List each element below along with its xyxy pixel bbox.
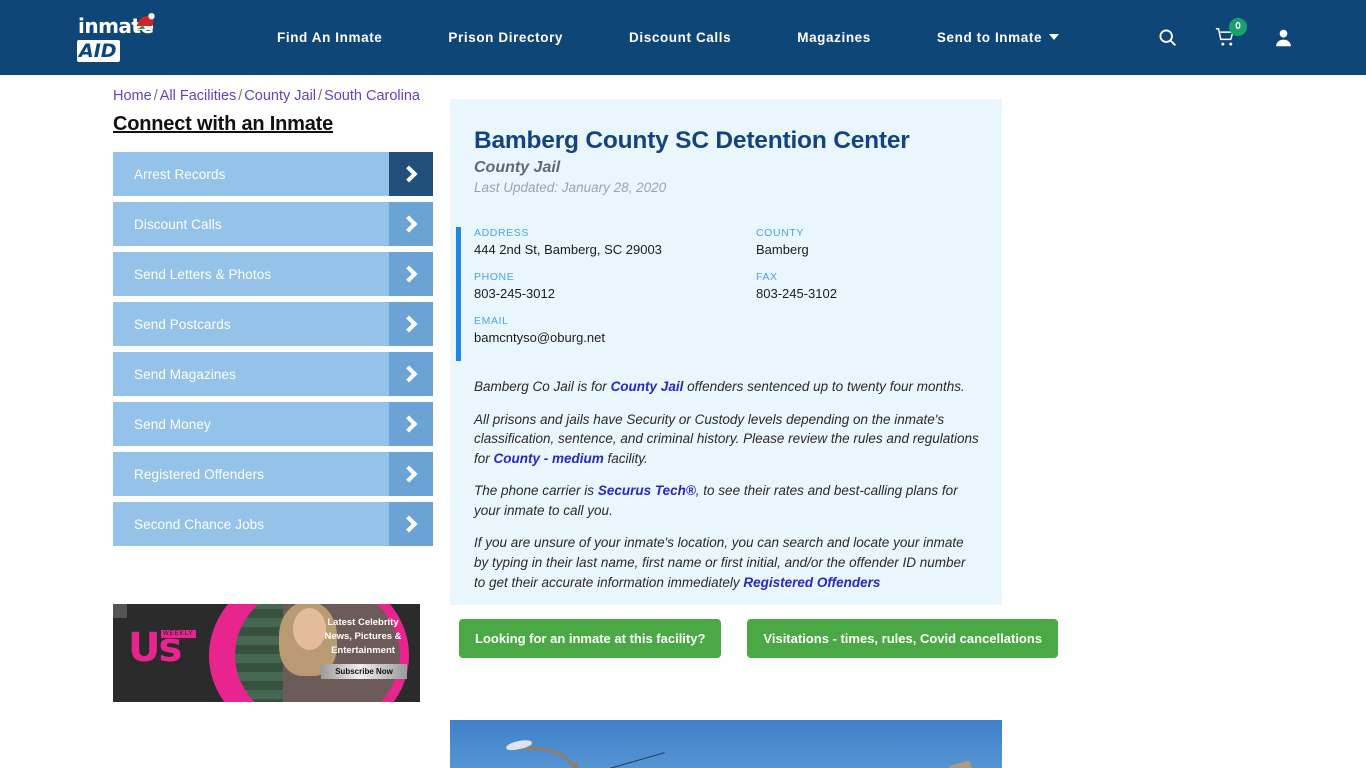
logo-text-accent: AID (77, 39, 120, 62)
info-value: Bamberg (756, 242, 809, 257)
description-paragraph-2: All prisons and jails have Security or C… (474, 410, 980, 469)
sidebar-item-send-postcards[interactable]: Send Postcards (113, 302, 433, 346)
info-value: 444 2nd St, Bamberg, SC 29003 (474, 242, 662, 257)
facility-contact-info: ADDRESS 444 2nd St, Bamberg, SC 29003 CO… (453, 227, 1002, 361)
sidebar-item-label: Second Chance Jobs (134, 516, 265, 532)
sidebar-item-label: Send Postcards (134, 316, 231, 332)
link-county-medium[interactable]: County - medium (494, 451, 604, 466)
chevron-right-icon (389, 452, 433, 496)
breadcrumb-item-home[interactable]: Home (113, 88, 152, 104)
advertisement-banner[interactable]: Us WEEKLY Latest Celebrity News, Picture… (113, 604, 420, 702)
logo-text-primary: inmate (78, 13, 154, 38)
link-registered-offenders[interactable]: Registered Offenders (743, 575, 880, 590)
link-county-jail[interactable]: County Jail (611, 379, 684, 394)
sidebar-item-label: Send Money (134, 416, 211, 432)
sidebar-item-label: Send Magazines (134, 366, 236, 382)
chevron-right-icon (389, 502, 433, 546)
facility-panel: Bamberg County SC Detention Center Count… (450, 99, 1002, 617)
chevron-right-icon (389, 402, 433, 446)
top-navigation-bar: inmateAID Find An Inmate Prison Director… (0, 0, 1366, 75)
main-menu: Find An Inmate Prison Directory Discount… (244, 30, 1092, 45)
user-account-icon[interactable] (1270, 25, 1296, 51)
info-fax: FAX 803-245-3102 (756, 271, 1002, 315)
breadcrumb: Home / All Facilities / County Jail / South Ca… (113, 88, 420, 104)
sidebar-item-send-letters-photos[interactable]: Send Letters & Photos (113, 252, 433, 296)
facility-type: County Jail (474, 159, 561, 176)
cart-count-badge: 0 (1229, 17, 1247, 36)
paragraph-text: facility. (603, 450, 648, 466)
chevron-right-icon (389, 152, 433, 196)
paragraph-text: offenders sentenced up to twenty four mo… (683, 379, 965, 394)
site-logo[interactable]: inmateAID (77, 12, 188, 62)
nav-item-discount-calls[interactable]: Discount Calls (596, 30, 764, 45)
info-label: PHONE (474, 271, 515, 283)
logo-wordmark: inmateAID (77, 13, 188, 62)
info-label: FAX (756, 271, 778, 283)
description-paragraph-3: The phone carrier is Securus Tech®, to s… (474, 481, 980, 520)
info-address: ADDRESS 444 2nd St, Bamberg, SC 29003 (474, 227, 756, 271)
cart-icon[interactable]: 0 (1212, 17, 1247, 51)
nav-item-prison-directory[interactable]: Prison Directory (415, 30, 596, 45)
header-icon-group: 0 (1154, 17, 1296, 51)
ad-headline: Latest Celebrity News, Pictures & Entert… (324, 617, 402, 656)
paragraph-text: The phone carrier is (474, 483, 598, 499)
chevron-right-icon (389, 202, 433, 246)
paragraph-text: Bamberg Co Jail is for (474, 379, 611, 394)
chevron-right-icon (389, 352, 433, 396)
sidebar-item-label: Send Letters & Photos (134, 266, 272, 282)
info-label: EMAIL (474, 315, 509, 327)
info-phone: PHONE 803-245-3012 (474, 271, 756, 315)
facility-exterior-photo (450, 720, 1002, 768)
sidebar-item-registered-offenders[interactable]: Registered Offenders (113, 452, 433, 496)
find-inmate-button[interactable]: Looking for an inmate at this facility? (459, 619, 722, 658)
link-securus-tech[interactable]: Securus Tech® (598, 483, 696, 498)
sidebar: Connect with an Inmate Arrest Records Di… (113, 113, 433, 552)
power-line (577, 752, 665, 768)
last-updated-text: Last Updated: January 28, 2020 (474, 180, 667, 195)
ad-brand-sub: WEEKLY (161, 630, 196, 638)
info-value: 803-245-3012 (474, 286, 555, 301)
nav-item-find-an-inmate[interactable]: Find An Inmate (244, 30, 415, 45)
sidebar-title: Connect with an Inmate (113, 113, 334, 135)
ad-photo-shelf (235, 604, 283, 702)
chevron-right-icon (389, 252, 433, 296)
nav-item-magazines[interactable]: Magazines (764, 30, 904, 45)
breadcrumb-item-county-jail[interactable]: County Jail (244, 88, 316, 104)
sidebar-item-arrest-records[interactable]: Arrest Records (113, 152, 433, 196)
info-email: EMAIL bamcntyso@oburg.net (474, 315, 756, 359)
sidebar-item-second-chance-jobs[interactable]: Second Chance Jobs (113, 502, 433, 546)
description-paragraph-1: Bamberg Co Jail is for County Jail offen… (474, 377, 980, 397)
info-label: COUNTY (756, 227, 804, 239)
breadcrumb-item-all-facilities[interactable]: All Facilities (160, 88, 237, 104)
sidebar-item-label: Arrest Records (134, 166, 226, 182)
info-label: ADDRESS (474, 227, 529, 239)
info-county: COUNTY Bamberg (756, 227, 1002, 271)
breadcrumb-separator: / (153, 88, 158, 104)
info-empty (756, 315, 1002, 359)
info-value: bamcntyso@oburg.net (474, 330, 605, 345)
chevron-right-icon (389, 302, 433, 346)
sidebar-item-send-magazines[interactable]: Send Magazines (113, 352, 433, 396)
breadcrumb-separator: / (318, 88, 323, 104)
facility-header: Bamberg County SC Detention Center Count… (450, 99, 1002, 195)
sidebar-item-label: Discount Calls (134, 216, 222, 232)
breadcrumb-item-south-carolina[interactable]: South Carolina (324, 88, 420, 104)
ad-subscribe-button[interactable]: Subscribe Now (321, 664, 407, 679)
floodlight-head (948, 760, 974, 768)
sidebar-item-label: Registered Offenders (134, 466, 265, 482)
ad-corner-marker (113, 604, 127, 618)
sidebar-item-discount-calls[interactable]: Discount Calls (113, 202, 433, 246)
description-paragraph-4: If you are unsure of your inmate's locat… (474, 533, 980, 592)
cta-button-row: Looking for an inmate at this facility? … (450, 605, 1059, 670)
paragraph-text: If you are unsure of your inmate's locat… (474, 535, 966, 590)
search-icon[interactable] (1154, 25, 1180, 51)
facility-description: Bamberg Co Jail is for County Jail offen… (450, 359, 1002, 616)
sidebar-item-send-money[interactable]: Send Money (113, 402, 433, 446)
page-title: Bamberg County SC Detention Center (474, 127, 910, 154)
visitations-button[interactable]: Visitations - times, rules, Covid cancel… (747, 619, 1059, 658)
info-value: 803-245-3102 (756, 286, 837, 301)
accent-bar (456, 227, 461, 361)
nav-item-send-to-inmate[interactable]: Send to Inmate (904, 30, 1092, 45)
